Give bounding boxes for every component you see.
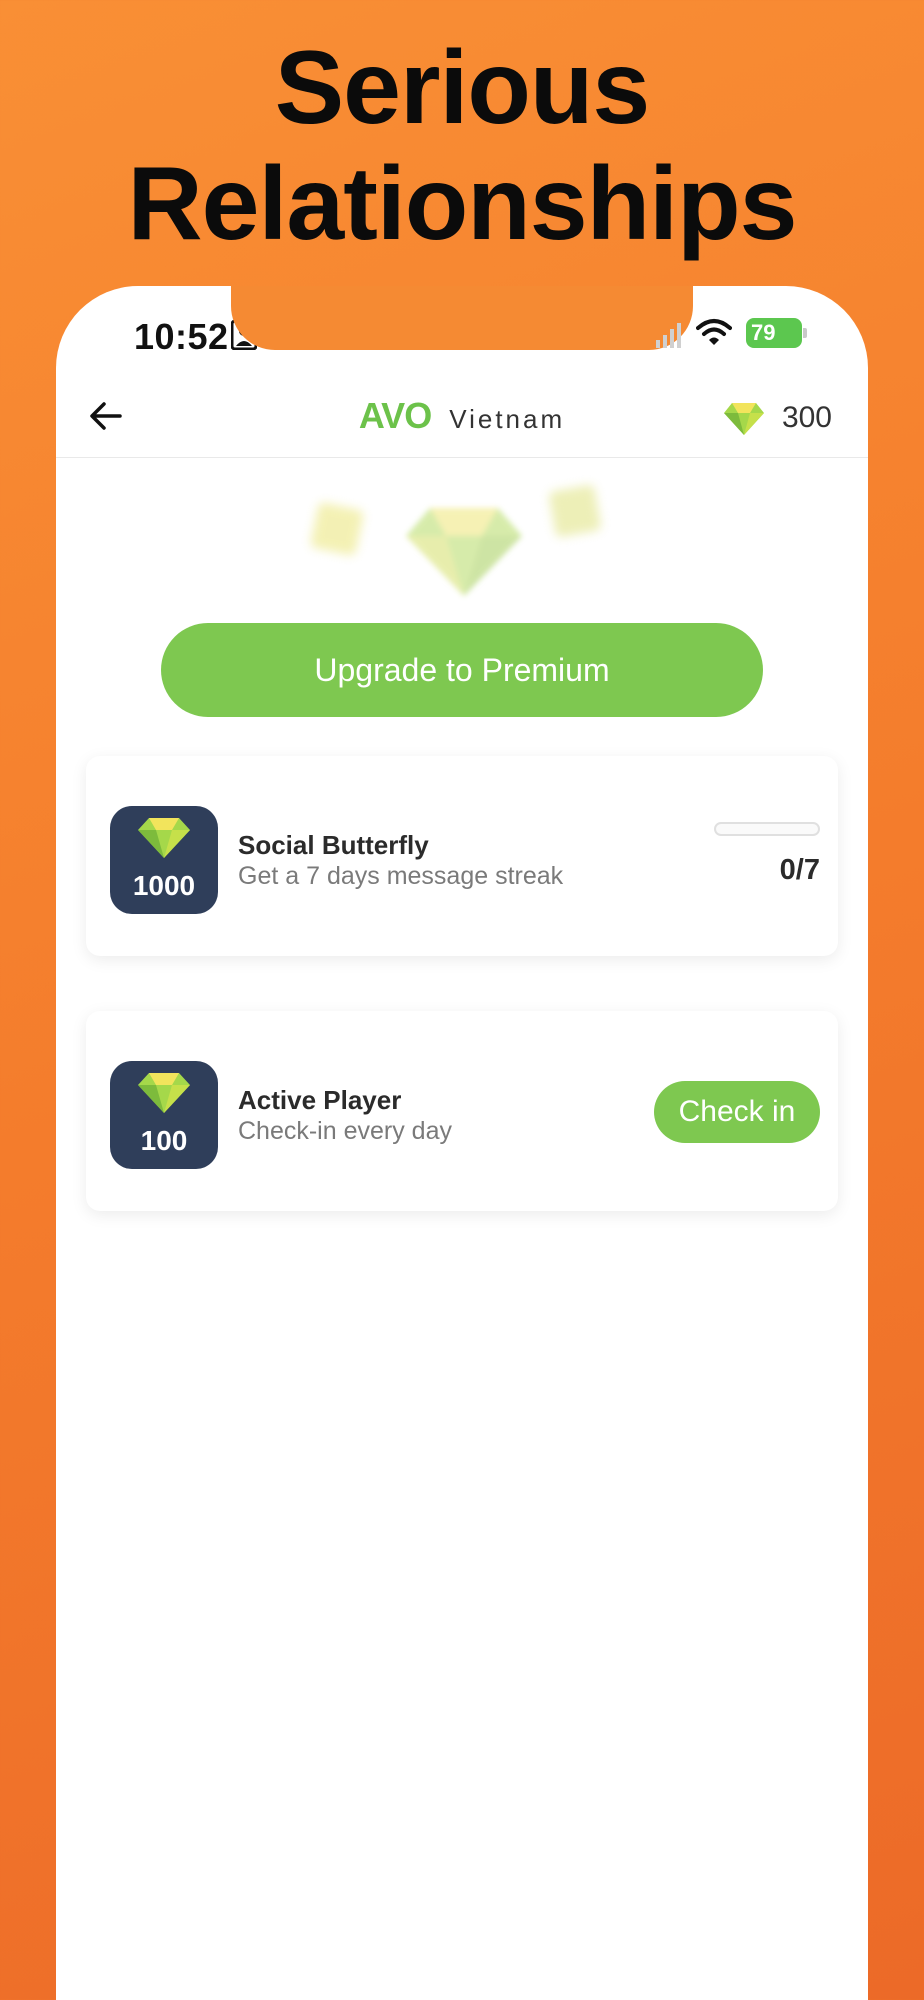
cellular-signal-icon [656,323,681,348]
upgrade-premium-button[interactable]: Upgrade to Premium [161,623,763,717]
app-header: AVO Vietnam 300 [56,376,868,458]
status-time: 10:52 [134,316,229,357]
task-card: 1000 Social Butterfly Get a 7 days messa… [86,756,838,956]
coin-balance[interactable]: 300 [723,398,832,438]
reward-amount: 100 [140,1125,188,1156]
wifi-icon [696,319,732,345]
device-notch [231,286,693,350]
gem-icon [406,508,522,596]
status-bar: 10:52 79 [56,286,868,376]
phone-screen: 10:52 79 AVO Vietnam 300 Upgrade to Prem… [56,286,868,2000]
task-description: Check-in every day [238,1117,452,1145]
gem-icon [310,502,364,556]
gem-icon [138,818,190,858]
hero-gems-illustration [56,476,868,606]
coin-balance-value: 300 [781,401,832,434]
promo-headline: Serious Relationships [0,30,924,262]
gem-icon [138,1073,190,1113]
promo-headline-line1: Serious [274,30,650,146]
promo-headline-line2: Relationships [127,146,798,262]
check-in-button[interactable]: Check in [654,1081,820,1143]
brand-primary: AVO [358,395,432,436]
reward-badge: 1000 [110,806,218,914]
battery-indicator: 79 [746,318,807,348]
task-card: 100 Active Player Check-in every day Che… [86,1011,838,1211]
reward-amount: 1000 [132,870,196,901]
task-progress-bar [714,822,820,836]
gem-icon [549,485,601,537]
gem-icon [723,403,764,435]
battery-cap [803,328,807,338]
task-title: Active Player [238,1085,402,1115]
battery-level: 79 [751,320,776,345]
task-description: Get a 7 days message streak [238,862,564,890]
task-progress-text: 0/7 [779,854,820,886]
reward-badge: 100 [110,1061,218,1169]
brand-secondary: Vietnam [449,404,566,434]
task-title: Social Butterfly [238,830,429,860]
